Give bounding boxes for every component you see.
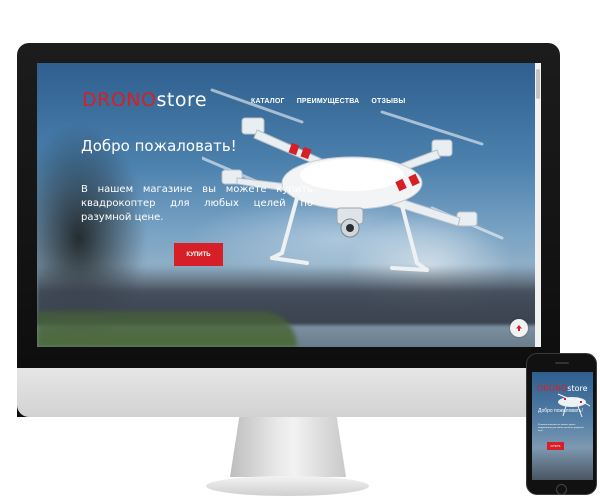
phone-screen: DRONOstore Добро пожаловать! В нашем маг… <box>532 372 593 480</box>
site-nav: КАТАЛОГ ПРЕИМУЩЕСТВА ОТЗЫВЫ <box>251 98 405 105</box>
imac-stand-neck <box>230 417 346 477</box>
scrollbar-thumb[interactable] <box>536 69 540 99</box>
phone-buy-button: КУПИТЬ <box>547 442 564 450</box>
imac-stand-foot <box>206 476 369 496</box>
lead-text: В нашем магазине вы можете купить квадро… <box>81 184 313 223</box>
scrollbar[interactable] <box>535 63 541 347</box>
arrow-up-icon <box>516 325 522 331</box>
phone-home-button <box>556 484 567 495</box>
phone-logo-drono: DRONO <box>537 384 568 393</box>
phone-welcome-heading: Добро пожаловать! <box>538 408 583 414</box>
site-logo[interactable]: DRONOstore <box>82 89 207 111</box>
nav-item-advantages[interactable]: ПРЕИМУЩЕСТВА <box>297 98 360 105</box>
website-screen: DRONOstore КАТАЛОГ ПРЕИМУЩЕСТВА ОТЗЫВЫ Д… <box>37 63 541 347</box>
phone-lead-text: В нашем магазине вы можете купить квадро… <box>538 424 584 432</box>
scroll-top-button[interactable] <box>510 319 528 337</box>
buy-button[interactable]: КУПИТЬ <box>174 243 223 266</box>
background-grass <box>37 311 297 347</box>
phone-logo-store: store <box>567 384 588 393</box>
phone-site-logo: DRONOstore <box>537 384 588 393</box>
logo-drono: DRONO <box>82 89 157 111</box>
nav-item-reviews[interactable]: ОТЗЫВЫ <box>371 98 405 105</box>
logo-store: store <box>156 89 208 111</box>
imac-chin <box>17 368 560 417</box>
phone-device: DRONOstore Добро пожаловать! В нашем маг… <box>526 353 597 495</box>
nav-item-catalog[interactable]: КАТАЛОГ <box>251 98 285 105</box>
phone-speaker <box>555 362 569 364</box>
welcome-heading: Добро пожаловать! <box>81 137 237 155</box>
